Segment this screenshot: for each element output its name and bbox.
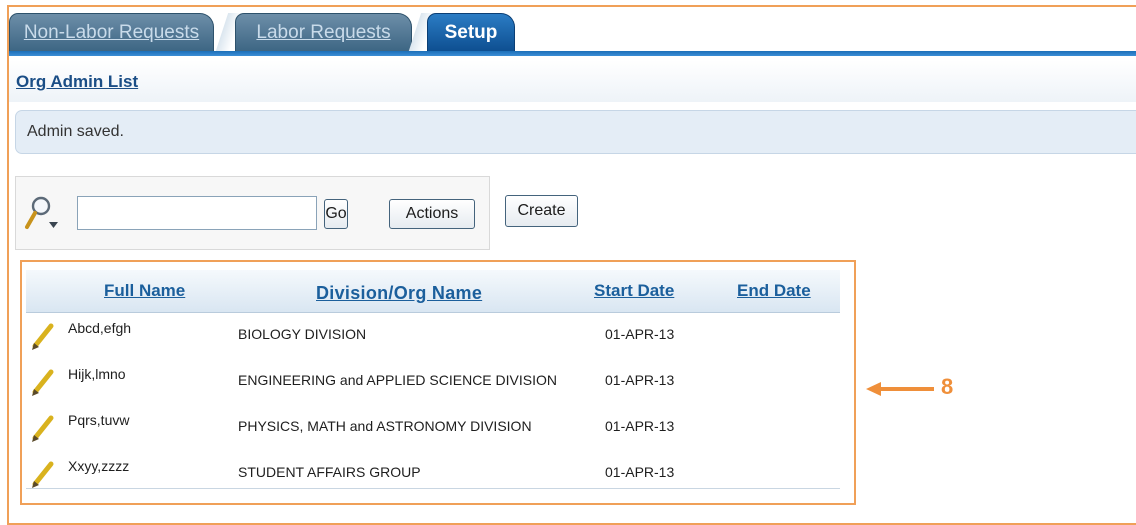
title-bar: Org Admin List — [9, 60, 1136, 102]
tab-setup[interactable]: Setup — [427, 13, 515, 51]
tab-bar: Non-Labor Requests Labor Requests Setup — [9, 7, 1136, 56]
callout-number: 8 — [941, 374, 954, 399]
table-row: Abcd,efgh BIOLOGY DIVISION 01-APR-13 — [26, 313, 840, 359]
page-title[interactable]: Org Admin List — [16, 72, 138, 92]
start-date-cell: 01-APR-13 — [605, 418, 675, 434]
column-header-full-name[interactable]: Full Name — [104, 281, 185, 301]
start-date-cell: 01-APR-13 — [605, 326, 675, 342]
left-arrow-icon — [866, 382, 934, 396]
table-header: Full Name Division/Org Name Start Date E… — [26, 270, 840, 313]
tab-labor-requests[interactable]: Labor Requests — [235, 13, 412, 51]
actions-button[interactable]: Actions — [389, 199, 475, 229]
full-name-cell: Pqrs,tuvw — [68, 412, 130, 428]
full-name-cell: Hijk,lmno — [68, 366, 126, 382]
division-cell: PHYSICS, MATH and ASTRONOMY DIVISION — [238, 418, 532, 434]
go-button[interactable]: Go — [324, 199, 348, 229]
tab-strip — [9, 51, 1136, 56]
start-date-cell: 01-APR-13 — [605, 372, 675, 388]
start-date-cell: 01-APR-13 — [605, 464, 675, 480]
create-button[interactable]: Create — [505, 195, 578, 227]
tab-non-labor-requests[interactable]: Non-Labor Requests — [9, 13, 214, 51]
pencil-edit-icon[interactable] — [30, 323, 56, 351]
pencil-edit-icon[interactable] — [30, 369, 56, 397]
column-header-end-date[interactable]: End Date — [737, 281, 811, 301]
magnifier-dropdown-icon[interactable] — [24, 194, 60, 232]
division-cell: STUDENT AFFAIRS GROUP — [238, 464, 421, 480]
table-row: Pqrs,tuvw PHYSICS, MATH and ASTRONOMY DI… — [26, 405, 840, 451]
full-name-cell: Abcd,efgh — [68, 320, 132, 336]
pencil-edit-icon[interactable] — [30, 461, 56, 489]
column-header-start-date[interactable]: Start Date — [594, 281, 674, 301]
table-row: Hijk,lmno ENGINEERING and APPLIED SCIENC… — [26, 359, 840, 405]
division-cell: BIOLOGY DIVISION — [238, 326, 367, 342]
confirmation-message: Admin saved. — [15, 110, 1136, 154]
pencil-edit-icon[interactable] — [30, 415, 56, 443]
table-body: Abcd,efgh BIOLOGY DIVISION 01-APR-13 Hij… — [26, 313, 840, 497]
column-header-division-org-name[interactable]: Division/Org Name — [316, 283, 482, 304]
table-bottom-border — [26, 488, 840, 489]
table-row: Xxyy,zzzz STUDENT AFFAIRS GROUP 01-APR-1… — [26, 451, 840, 497]
search-panel: Go Actions — [15, 176, 490, 250]
full-name-cell: Xxyy,zzzz — [68, 458, 130, 474]
search-input[interactable] — [77, 196, 317, 230]
division-cell: ENGINEERING and APPLIED SCIENCE DIVISION — [238, 372, 557, 388]
message-text: Admin saved. — [27, 123, 124, 140]
